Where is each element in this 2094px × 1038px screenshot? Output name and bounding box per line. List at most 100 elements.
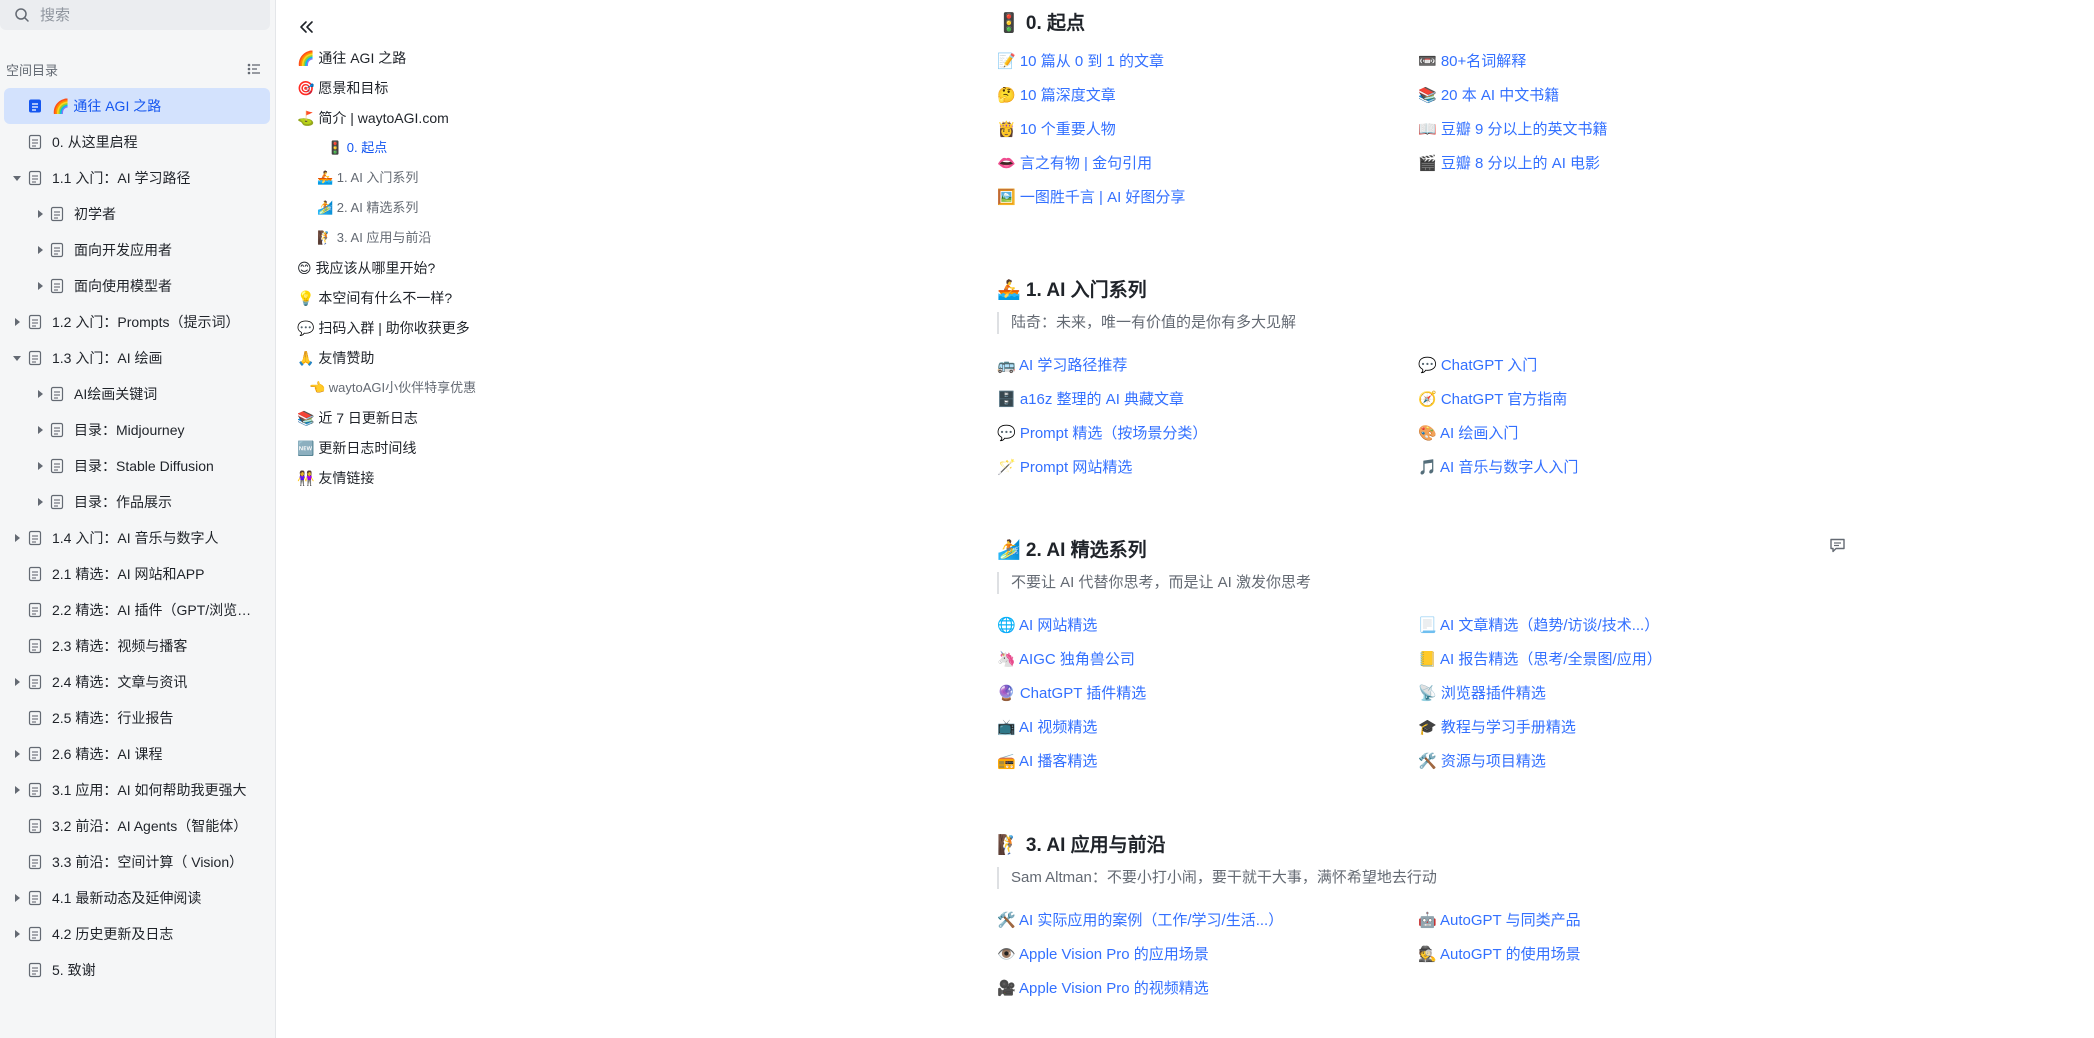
content-link[interactable]: 📒 AI 报告精选（思考/全景图/应用） bbox=[1418, 648, 1662, 669]
caret-right-icon[interactable] bbox=[35, 461, 45, 471]
outline-item[interactable]: 🧗 3. AI 应用与前沿 bbox=[317, 228, 431, 248]
sidebar-item[interactable]: AI绘画关键词 bbox=[0, 376, 276, 412]
sidebar-item[interactable]: 面向使用模型者 bbox=[0, 268, 276, 304]
sidebar-item[interactable]: 2.4 精选：文章与资讯 bbox=[0, 664, 276, 700]
sidebar-item[interactable]: 2.3 精选：视频与播客 bbox=[0, 628, 276, 664]
sidebar-item[interactable]: 3.1 应用：AI 如何帮助我更强大 bbox=[0, 772, 276, 808]
content-link[interactable]: 🔮 ChatGPT 插件精选 bbox=[997, 682, 1146, 703]
sidebar-item[interactable]: 1.3 入门：AI 绘画 bbox=[0, 340, 276, 376]
outline-item[interactable]: 🌈 通往 AGI 之路 bbox=[297, 48, 406, 68]
content-link[interactable]: 🎥 Apple Vision Pro 的视频精选 bbox=[997, 977, 1209, 998]
document-icon bbox=[28, 926, 42, 942]
list-options-button[interactable] bbox=[246, 61, 262, 77]
sidebar-item[interactable]: 目录：Stable Diffusion bbox=[0, 448, 276, 484]
sidebar-item[interactable]: 目录：Midjourney bbox=[0, 412, 276, 448]
outline-item[interactable]: 🆕 更新日志时间线 bbox=[297, 438, 416, 458]
sidebar-item[interactable]: 2.5 精选：行业报告 bbox=[0, 700, 276, 736]
content-link[interactable]: 🗄️ a16z 整理的 AI 典藏文章 bbox=[997, 388, 1184, 409]
content-link[interactable]: 🤔 10 篇深度文章 bbox=[997, 84, 1116, 105]
caret-right-icon[interactable] bbox=[35, 389, 45, 399]
document-icon bbox=[28, 818, 42, 834]
caret-down-icon[interactable] bbox=[12, 353, 22, 363]
content-link[interactable]: 👸 10 个重要人物 bbox=[997, 118, 1116, 139]
content-link[interactable]: 🪄 Prompt 网站精选 bbox=[997, 456, 1132, 477]
caret-right-icon[interactable] bbox=[12, 677, 22, 687]
content-link[interactable]: 🕵️ AutoGPT 的使用场景 bbox=[1418, 943, 1581, 964]
sidebar-item-label: 目录：Stable Diffusion bbox=[74, 458, 214, 474]
content-link[interactable]: 💬 ChatGPT 入门 bbox=[1418, 354, 1537, 375]
search-box[interactable] bbox=[0, 0, 270, 30]
outline-item[interactable]: 🚦 0. 起点 bbox=[327, 138, 387, 158]
outline-item[interactable]: 🙏 友情赞助 bbox=[297, 348, 374, 368]
sidebar-item[interactable]: 🌈 通往 AGI 之路 bbox=[4, 88, 270, 124]
content-link[interactable]: 🖼️ 一图胜千言 | AI 好图分享 bbox=[997, 186, 1185, 207]
sidebar-item[interactable]: 5. 致谢 bbox=[0, 952, 276, 988]
content-link[interactable]: 🎓 教程与学习手册精选 bbox=[1418, 716, 1576, 737]
search-input[interactable] bbox=[38, 5, 252, 25]
content-link[interactable]: 👁️ Apple Vision Pro 的应用场景 bbox=[997, 943, 1209, 964]
outline-item[interactable]: 🎯 愿景和目标 bbox=[297, 78, 388, 98]
comment-icon[interactable] bbox=[1829, 538, 1846, 553]
sidebar-item[interactable]: 目录：作品展示 bbox=[0, 484, 276, 520]
collapse-double-chevron-icon[interactable] bbox=[298, 18, 316, 36]
content-link[interactable]: 📝 10 篇从 0 到 1 的文章 bbox=[997, 50, 1164, 71]
caret-right-icon[interactable] bbox=[35, 497, 45, 507]
content-link[interactable]: 🤖 AutoGPT 与同类产品 bbox=[1418, 909, 1581, 930]
sidebar-item[interactable]: 2.6 精选：AI 课程 bbox=[0, 736, 276, 772]
content-link[interactable]: 🌐 AI 网站精选 bbox=[997, 614, 1097, 635]
sidebar-item-label: 初学者 bbox=[74, 206, 116, 222]
sidebar-item[interactable]: 4.2 历史更新及日志 bbox=[0, 916, 276, 952]
content-link[interactable]: 🛠️ AI 实际应用的案例（工作/学习/生活...） bbox=[997, 909, 1283, 930]
content-link[interactable]: 📃 AI 文章精选（趋势/访谈/技术...） bbox=[1418, 614, 1659, 635]
sidebar-item[interactable]: 1.4 入门：AI 音乐与数字人 bbox=[0, 520, 276, 556]
caret-right-icon[interactable] bbox=[12, 929, 22, 939]
content-link[interactable]: 🎵 AI 音乐与数字人入门 bbox=[1418, 456, 1578, 477]
outline-item[interactable]: 💬 扫码入群 | 助你收获更多 bbox=[297, 318, 470, 338]
sidebar-item-label: 0. 从这里启程 bbox=[52, 134, 138, 150]
content-link[interactable]: 📡 浏览器插件精选 bbox=[1418, 682, 1546, 703]
sidebar-item[interactable]: 0. 从这里启程 bbox=[0, 124, 276, 160]
caret-right-icon[interactable] bbox=[35, 245, 45, 255]
outline-item[interactable]: 👈 waytoAGI小伙伴特享优惠 bbox=[309, 378, 476, 398]
content-link[interactable]: 🎨 AI 绘画入门 bbox=[1418, 422, 1518, 443]
sidebar-item[interactable]: 3.3 前沿：空间计算（ Vision） bbox=[0, 844, 276, 880]
content-link[interactable]: 🛠️ 资源与项目精选 bbox=[1418, 750, 1546, 771]
content-link[interactable]: 📻 AI 播客精选 bbox=[997, 750, 1097, 771]
content-link[interactable]: 🧭 ChatGPT 官方指南 bbox=[1418, 388, 1567, 409]
caret-right-icon[interactable] bbox=[35, 281, 45, 291]
content-link[interactable]: 👄 言之有物 | 金句引用 bbox=[997, 152, 1152, 173]
sidebar-item[interactable]: 面向开发应用者 bbox=[0, 232, 276, 268]
caret-right-icon[interactable] bbox=[12, 533, 22, 543]
sidebar-item[interactable]: 2.1 精选：AI 网站和APP bbox=[0, 556, 276, 592]
outline-item[interactable]: 🚣 1. AI 入门系列 bbox=[317, 168, 418, 188]
content-link[interactable]: 📺 AI 视频精选 bbox=[997, 716, 1097, 737]
caret-right-icon[interactable] bbox=[12, 893, 22, 903]
sidebar-item[interactable]: 1.1 入门：AI 学习路径 bbox=[0, 160, 276, 196]
content-link[interactable]: 🚌 AI 学习路径推荐 bbox=[997, 354, 1127, 375]
caret-down-icon[interactable] bbox=[12, 173, 22, 183]
caret-right-icon[interactable] bbox=[12, 785, 22, 795]
outline-item[interactable]: 👭 友情链接 bbox=[297, 468, 374, 488]
sidebar-item[interactable]: 1.2 入门：Prompts（提示词） bbox=[0, 304, 276, 340]
sidebar-item[interactable]: 4.1 最新动态及延伸阅读 bbox=[0, 880, 276, 916]
outline-item[interactable]: 😊 我应该从哪里开始? bbox=[297, 258, 435, 278]
caret-right-icon[interactable] bbox=[12, 749, 22, 759]
sidebar-item[interactable]: 2.2 精选：AI 插件（GPT/浏览器... bbox=[0, 592, 276, 628]
sidebar-item[interactable]: 初学者 bbox=[0, 196, 276, 232]
content-link[interactable]: 📖 豆瓣 9 分以上的英文书籍 bbox=[1418, 118, 1608, 139]
sidebar-item-label: 5. 致谢 bbox=[52, 962, 96, 978]
content-link[interactable]: 📚 20 本 AI 中文书籍 bbox=[1418, 84, 1559, 105]
outline-item[interactable]: ⛳ 简介 | waytoAGI.com bbox=[297, 108, 449, 128]
content-link[interactable]: 💬 Prompt 精选（按场景分类） bbox=[997, 422, 1207, 443]
content-link[interactable]: 📼 80+名词解释 bbox=[1418, 50, 1526, 71]
outline-item[interactable]: 💡 本空间有什么不一样? bbox=[297, 288, 452, 308]
caret-right-icon[interactable] bbox=[12, 317, 22, 327]
content-link[interactable]: 🎬 豆瓣 8 分以上的 AI 电影 bbox=[1418, 152, 1600, 173]
outline-item[interactable]: 📚 近 7 日更新日志 bbox=[297, 408, 418, 428]
outline-item[interactable]: 🏄 2. AI 精选系列 bbox=[317, 198, 418, 218]
caret-right-icon[interactable] bbox=[35, 209, 45, 219]
sidebar-item[interactable]: 3.2 前沿：AI Agents（智能体） bbox=[0, 808, 276, 844]
caret-right-icon[interactable] bbox=[35, 425, 45, 435]
document-icon bbox=[28, 134, 42, 150]
content-link[interactable]: 🦄 AIGC 独角兽公司 bbox=[997, 648, 1135, 669]
